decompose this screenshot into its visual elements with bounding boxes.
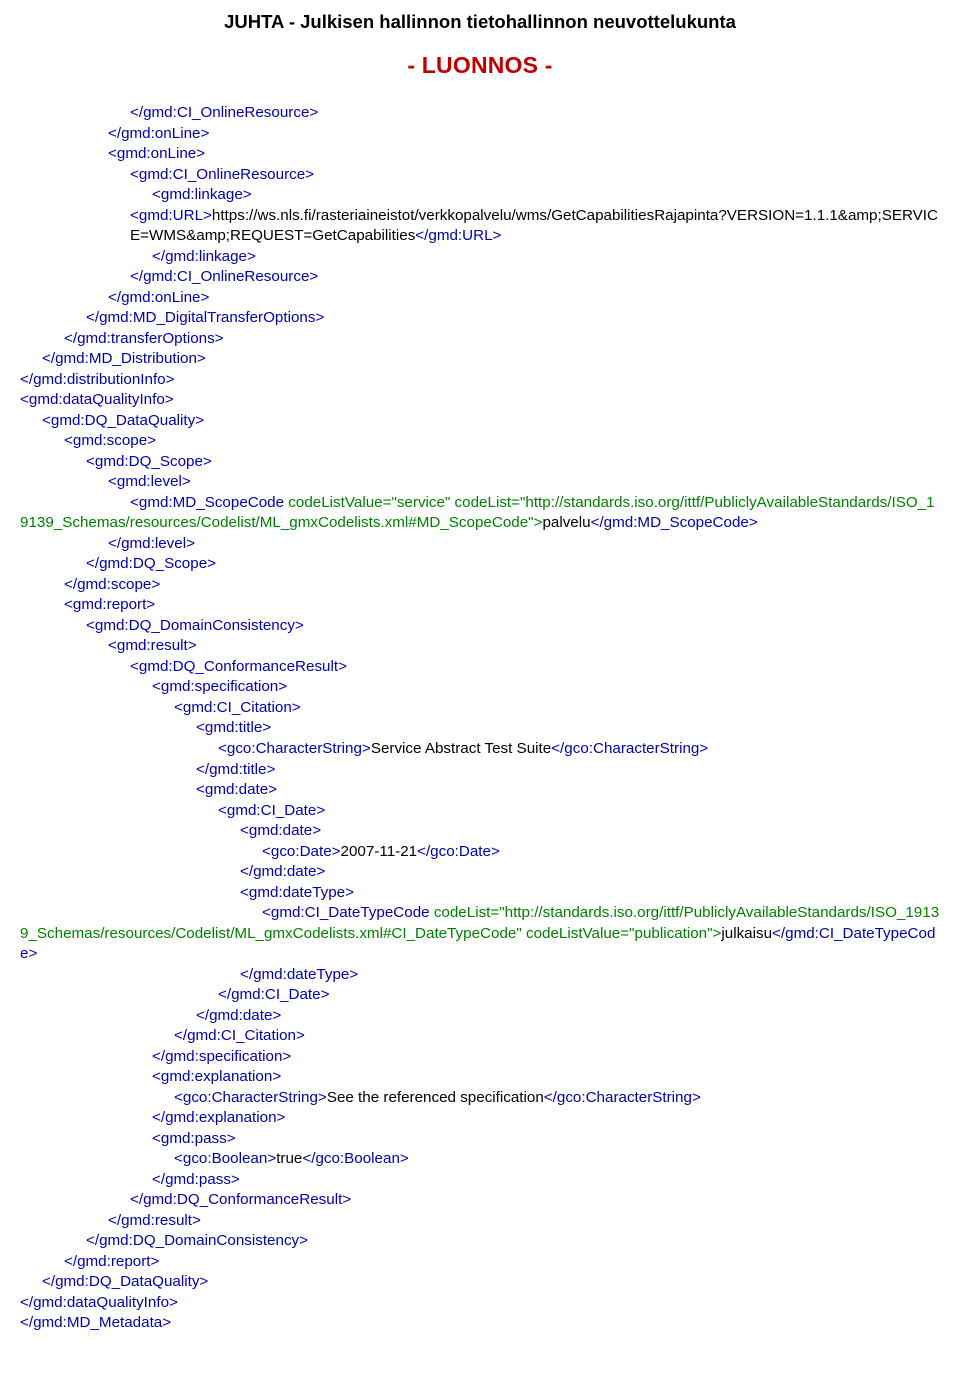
xml-tag: </gmd:dateType> — [20, 965, 940, 986]
xml-tag: </gmd:transferOptions> — [20, 329, 940, 350]
xml-tag: <gmd:CI_DateTypeCode — [262, 904, 434, 921]
xml-tag: <gmd:dateType> — [20, 883, 940, 904]
xml-tag: </gmd:CI_OnlineResource> — [20, 267, 940, 288]
xml-tag: </gmd:result> — [20, 1211, 940, 1232]
xml-tag: </gmd:DQ_DataQuality> — [20, 1272, 940, 1293]
xml-tag: </gmd:MD_Metadata> — [20, 1313, 940, 1334]
xml-tag: <gmd:linkage> — [20, 185, 940, 206]
xml-tag: </gmd:DQ_DomainConsistency> — [20, 1231, 940, 1252]
xml-tag: </gmd:onLine> — [20, 288, 940, 309]
xml-tag: <gmd:onLine> — [20, 144, 940, 165]
xml-text: Service Abstract Test Suite — [371, 740, 551, 757]
xml-tag: <gmd:scope> — [20, 431, 940, 452]
xml-tag: </gmd:distributionInfo> — [20, 370, 940, 391]
xml-tag: <gco:CharacterString> — [174, 1089, 327, 1106]
xml-text: See the referenced specification — [327, 1089, 544, 1106]
xml-title-line: <gco:CharacterString>Service Abstract Te… — [20, 739, 940, 760]
xml-tag: </gmd:date> — [20, 1006, 940, 1027]
xml-tag: </gmd:pass> — [20, 1170, 940, 1191]
xml-text: 2007-11-21 — [341, 843, 418, 860]
xml-tag: <gmd:DQ_DataQuality> — [20, 411, 940, 432]
xml-tag: </gmd:linkage> — [20, 247, 940, 268]
xml-tag: <gmd:DQ_DomainConsistency> — [20, 616, 940, 637]
xml-tag: <gmd:title> — [20, 718, 940, 739]
xml-tag: <gmd:date> — [20, 821, 940, 842]
xml-code-block: </gmd:CI_OnlineResource> </gmd:onLine> <… — [20, 103, 940, 1334]
xml-tag: </gmd:MD_ScopeCode> — [591, 514, 758, 531]
xml-tag: <gco:CharacterString> — [218, 740, 371, 757]
xml-tag: </gmd:date> — [20, 862, 940, 883]
xml-tag: <gmd:report> — [20, 595, 940, 616]
xml-text: https://ws.nls.fi/rasteriaineistot/verkk… — [130, 207, 938, 245]
xml-tag: <gmd:CI_Date> — [20, 801, 940, 822]
xml-tag: </gmd:MD_DigitalTransferOptions> — [20, 308, 940, 329]
xml-tag: </gmd:report> — [20, 1252, 940, 1273]
xml-tag: </gmd:specification> — [20, 1047, 940, 1068]
xml-tag: <gco:Boolean> — [174, 1150, 276, 1167]
xml-tag: </gmd:level> — [20, 534, 940, 555]
xml-tag: </gmd:title> — [20, 760, 940, 781]
xml-tag: </gmd:explanation> — [20, 1108, 940, 1129]
xml-tag: <gmd:MD_ScopeCode — [130, 494, 284, 511]
xml-tag: </gco:Boolean> — [302, 1150, 408, 1167]
xml-tag: <gmd:URL> — [130, 207, 212, 224]
xml-tag: </gmd:onLine> — [20, 124, 940, 145]
xml-tag: </gmd:CI_Citation> — [20, 1026, 940, 1047]
page-header: JUHTA - Julkisen hallinnon tietohallinno… — [20, 10, 940, 35]
xml-tag: <gmd:CI_OnlineResource> — [20, 165, 940, 186]
xml-tag: </gmd:MD_Distribution> — [20, 349, 940, 370]
xml-tag: <gmd:DQ_Scope> — [20, 452, 940, 473]
xml-explanation-line: <gco:CharacterString>See the referenced … — [20, 1088, 940, 1109]
xml-tag: <gmd:explanation> — [20, 1067, 940, 1088]
xml-tag: </gmd:dataQualityInfo> — [20, 1293, 940, 1314]
xml-tag: <gmd:DQ_ConformanceResult> — [20, 657, 940, 678]
xml-pass-line: <gco:Boolean>true</gco:Boolean> — [20, 1149, 940, 1170]
xml-tag: <gco:Date> — [262, 843, 341, 860]
xml-tag: </gmd:DQ_ConformanceResult> — [20, 1190, 940, 1211]
xml-tag: </gco:Date> — [417, 843, 500, 860]
draft-title: - LUONNOS - — [20, 50, 940, 81]
xml-tag: <gmd:CI_Citation> — [20, 698, 940, 719]
xml-tag: </gmd:CI_Date> — [20, 985, 940, 1006]
xml-tag: </gmd:scope> — [20, 575, 940, 596]
xml-url-line: <gmd:URL>https://ws.nls.fi/rasteriaineis… — [20, 206, 940, 247]
xml-tag: <gmd:dataQualityInfo> — [20, 390, 940, 411]
xml-attr: codeListValue="publication"> — [522, 925, 722, 942]
xml-tag: <gmd:pass> — [20, 1129, 940, 1150]
xml-tag: <gmd:level> — [20, 472, 940, 493]
xml-datetype-code: <gmd:CI_DateTypeCode codeList="http://st… — [20, 903, 940, 965]
xml-tag: <gmd:date> — [20, 780, 940, 801]
xml-tag: </gmd:CI_OnlineResource> — [20, 103, 940, 124]
xml-text: true — [276, 1150, 302, 1167]
xml-tag: </gco:CharacterString> — [551, 740, 708, 757]
xml-tag: <gmd:specification> — [20, 677, 940, 698]
xml-tag: </gmd:URL> — [415, 227, 501, 244]
xml-tag: <gmd:result> — [20, 636, 940, 657]
xml-scope-code: <gmd:MD_ScopeCode codeListValue="service… — [20, 493, 940, 534]
xml-tag: </gmd:DQ_Scope> — [20, 554, 940, 575]
xml-tag: </gco:CharacterString> — [544, 1089, 701, 1106]
xml-date-line: <gco:Date>2007-11-21</gco:Date> — [20, 842, 940, 863]
xml-text: julkaisu — [721, 925, 772, 942]
xml-text: palvelu — [542, 514, 590, 531]
